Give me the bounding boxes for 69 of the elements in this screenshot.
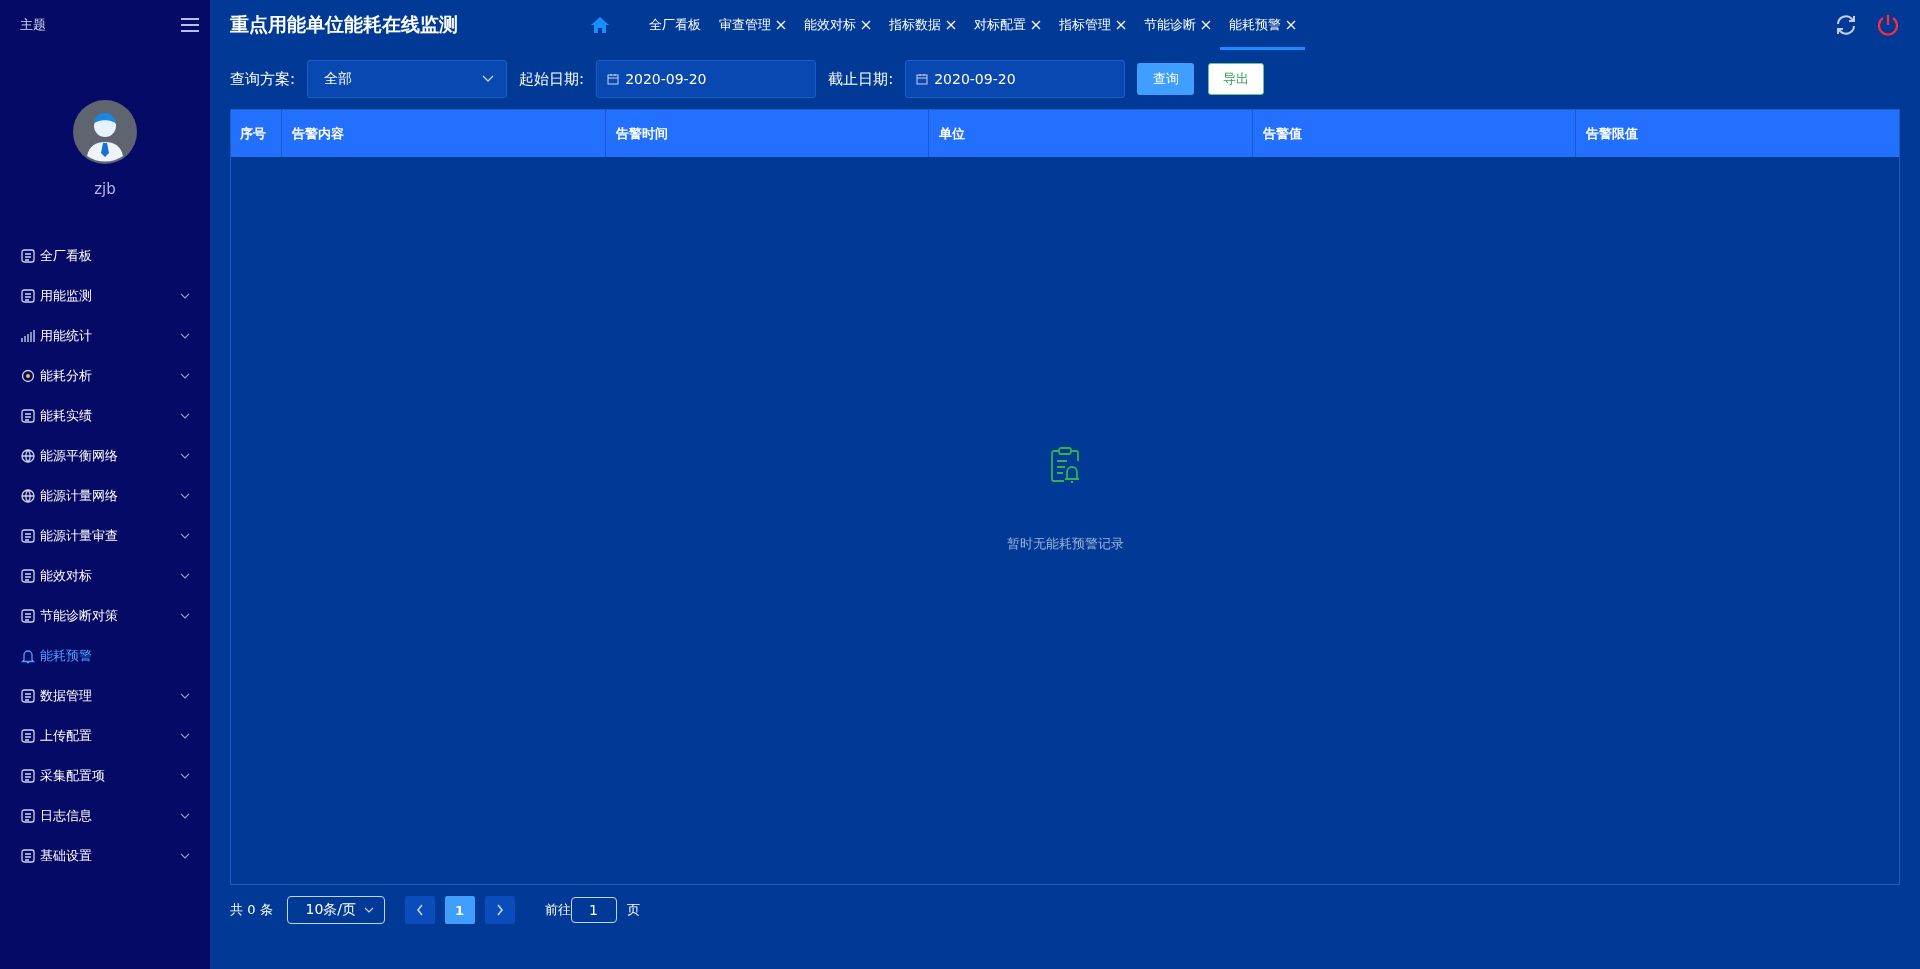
chevron-left-icon: [415, 904, 424, 916]
clipboard-bell-icon: [1049, 447, 1081, 483]
column-header: 告警值: [1251, 110, 1576, 157]
close-icon[interactable]: [1286, 20, 1296, 30]
export-button[interactable]: 导出: [1208, 63, 1265, 95]
globe-icon: [20, 488, 36, 504]
tab[interactable]: 全厂看板: [640, 0, 710, 50]
close-icon[interactable]: [946, 20, 956, 30]
sidebar-item[interactable]: 全厂看板: [0, 236, 210, 276]
sidebar-item[interactable]: 用能监测: [0, 276, 210, 316]
power-icon[interactable]: [1876, 13, 1900, 37]
total-count: 共 0 条: [230, 901, 273, 919]
home-icon[interactable]: [590, 16, 610, 34]
tab[interactable]: 能效对标: [795, 0, 880, 50]
menu-icon[interactable]: [180, 17, 200, 33]
filter-label: 截止日期:: [828, 69, 894, 89]
sidebar-item[interactable]: 能源计量审查: [0, 516, 210, 556]
empty-message: 暂时无能耗预警记录: [1006, 535, 1124, 553]
filter-label: 查询方案:: [230, 69, 296, 89]
tab[interactable]: 节能诊断: [1135, 0, 1220, 50]
sidebar-item[interactable]: 能源平衡网络: [0, 436, 210, 476]
chevron-down-icon: [482, 75, 495, 83]
page-size-select[interactable]: 10条/页: [286, 896, 385, 924]
date-field[interactable]: 2020-09-20: [905, 60, 1126, 98]
close-icon[interactable]: [1116, 20, 1126, 30]
scheme-select[interactable]: 全部: [307, 60, 508, 98]
tab[interactable]: 审查管理: [710, 0, 795, 50]
gear-icon: [20, 368, 36, 384]
date-field[interactable]: 2020-09-20: [596, 60, 817, 98]
tab[interactable]: 能耗预警: [1220, 0, 1305, 50]
column-header: 告警时间: [604, 110, 929, 157]
sidebar-item[interactable]: 日志信息: [0, 796, 210, 836]
filter-label: 起始日期:: [519, 69, 585, 89]
close-icon[interactable]: [776, 20, 786, 30]
user-name: zjb: [94, 180, 116, 198]
refresh-icon[interactable]: [1834, 13, 1858, 37]
avatar-icon: [73, 100, 137, 164]
close-icon[interactable]: [1031, 20, 1041, 30]
sidebar-item[interactable]: 能效对标: [0, 556, 210, 596]
sidebar-item[interactable]: 节能诊断对策: [0, 596, 210, 636]
sidebar-item[interactable]: 数据管理: [0, 676, 210, 716]
close-icon[interactable]: [1201, 20, 1211, 30]
chevron-right-icon: [495, 904, 504, 916]
bar-chart-icon: [20, 328, 36, 344]
next-page-button[interactable]: [484, 896, 515, 924]
sidebar-item[interactable]: 能耗预警: [0, 636, 210, 676]
column-header: 序号: [239, 124, 267, 143]
tab[interactable]: 对标配置: [965, 0, 1050, 50]
sidebar-item[interactable]: 用能统计: [0, 316, 210, 356]
goto-label: 前往: [544, 901, 571, 919]
close-icon[interactable]: [861, 20, 871, 30]
app-title: 重点用能单位能耗在线监测: [230, 12, 458, 37]
tab[interactable]: 指标数据: [880, 0, 965, 50]
chevron-down-icon: [363, 907, 374, 913]
sidebar-item[interactable]: 上传配置: [0, 716, 210, 756]
theme-label[interactable]: 主题: [20, 16, 46, 34]
column-header: 告警限值: [1575, 110, 1899, 157]
sidebar-item[interactable]: 能耗实绩: [0, 396, 210, 436]
tab[interactable]: 指标管理: [1050, 0, 1135, 50]
page-suffix: 页: [626, 901, 640, 919]
sidebar-item[interactable]: 采集配置项: [0, 756, 210, 796]
sidebar-item[interactable]: 能耗分析: [0, 356, 210, 396]
sidebar-item[interactable]: 能源计量网络: [0, 476, 210, 516]
column-header: 单位: [928, 110, 1252, 157]
column-header: 告警内容: [281, 110, 605, 157]
page-input[interactable]: 1: [570, 897, 617, 923]
bell-icon: [20, 648, 36, 664]
sidebar-item[interactable]: 基础设置: [0, 836, 210, 876]
previous-page-button[interactable]: [404, 896, 435, 924]
